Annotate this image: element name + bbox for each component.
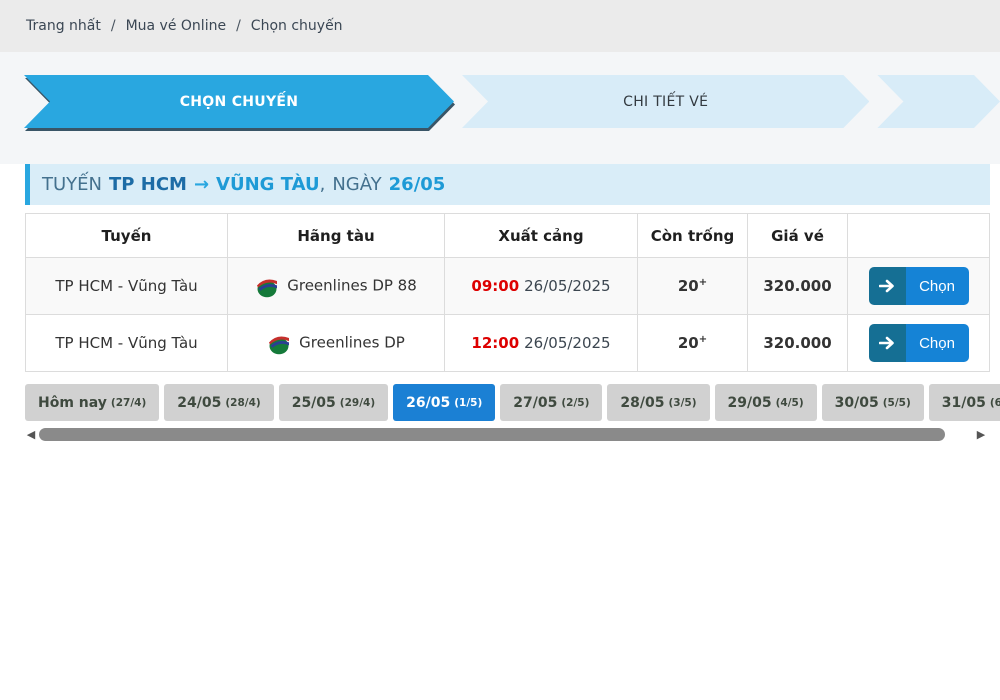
date-tab-24-05[interactable]: 24/05 (28/4) [164, 384, 274, 421]
breadcrumb: Trang nhất / Mua vé Online / Chọn chuyến [0, 0, 1000, 52]
trip-date: 26/05/2025 [524, 277, 611, 295]
col-header-xuat-cang: Xuất cảng [444, 213, 638, 258]
trip-date: 26/05/2025 [524, 334, 611, 352]
date-tab-label: 29/05 [727, 394, 772, 411]
date-tabs: Hôm nay (27/4) 24/05 (28/4) 25/05 (29/4)… [25, 384, 1000, 421]
col-header-hang-tau: Hãng tàu [227, 213, 445, 258]
trip-seats: 20 [677, 334, 699, 352]
col-header-action [847, 213, 990, 258]
chon-button[interactable]: Chọn [868, 324, 969, 362]
date-tab-label: 30/05 [834, 394, 879, 411]
chon-button-label: Chọn [905, 324, 969, 362]
date-tab-25-05[interactable]: 25/05 (29/4) [278, 384, 389, 421]
step-wizard: CHỌN CHUYẾN CHI TIẾT VÉ [24, 75, 1000, 128]
route-destination: VŨNG TÀU [216, 174, 320, 195]
step-chi-tiet-ve[interactable]: CHI TIẾT VÉ [462, 75, 869, 128]
date-tab-29-05[interactable]: 29/05 (4/5) [714, 384, 817, 421]
route-header: TUYẾN TP HCM → VŨNG TÀU , NGÀY 26/05 [25, 164, 990, 205]
steps-band: CHỌN CHUYẾN CHI TIẾT VÉ [0, 52, 1000, 164]
trip-route: TP HCM - Vũng Tàu [25, 314, 228, 372]
date-tab-sub: (1/5) [454, 396, 483, 409]
chon-button-label: Chọn [905, 267, 969, 305]
step-chon-chuyen[interactable]: CHỌN CHUYẾN [24, 75, 454, 128]
date-tab-sub: (3/5) [668, 396, 697, 409]
scroll-right-arrow-icon[interactable]: ▶ [975, 428, 987, 441]
step-next [877, 75, 1000, 128]
trip-seats-cell: 20+ [637, 314, 748, 372]
trip-operator: Greenlines DP 88 [287, 276, 417, 295]
scrollbar-thumb[interactable] [39, 427, 945, 441]
breadcrumb-item-chon-chuyen: Chọn chuyến [250, 18, 343, 34]
trip-route: TP HCM - Vũng Tàu [25, 257, 228, 315]
arrow-right-icon [868, 267, 906, 305]
scrollbar-track[interactable] [37, 427, 975, 441]
date-tab-label: 26/05 [406, 394, 451, 411]
trip-operator-cell: Greenlines DP 88 [227, 257, 445, 315]
route-header-ngay-label: NGÀY [332, 174, 382, 195]
date-tab-label: 24/05 [177, 394, 222, 411]
date-tab-label: Hôm nay [38, 394, 107, 411]
trip-time: 09:00 [471, 277, 520, 295]
chon-button[interactable]: Chọn [868, 267, 969, 305]
date-tab-sub: (6/5) [989, 396, 1000, 409]
col-header-gia-ve: Giá vé [747, 213, 848, 258]
date-tab-label: 27/05 [513, 394, 558, 411]
route-date: 26/05 [388, 174, 446, 195]
date-tab-sub: (28/4) [225, 396, 261, 409]
date-tabs-scrollbar: ◀ ▶ [25, 425, 987, 443]
route-header-comma: , [319, 174, 326, 195]
trip-price: 320.000 [747, 257, 848, 315]
trip-operator-cell: Greenlines DP [227, 314, 445, 372]
date-tab-label: 28/05 [620, 394, 665, 411]
breadcrumb-item-home[interactable]: Trang nhất [26, 18, 101, 34]
trip-operator: Greenlines DP [299, 333, 405, 352]
route-origin: TP HCM [109, 174, 187, 195]
greenlines-logo-icon [269, 336, 290, 355]
breadcrumb-separator: / [236, 18, 241, 34]
trip-seats-plus: + [698, 277, 708, 288]
trip-action-cell: Chọn [847, 257, 990, 315]
date-tab-sub: (5/5) [882, 396, 911, 409]
trip-price: 320.000 [747, 314, 848, 372]
trip-row: TP HCM - Vũng Tàu Greenlines DP 12:00 26/… [25, 314, 990, 372]
table-header-row: Tuyến Hãng tàu Xuất cảng Còn trống Giá v… [25, 213, 990, 258]
trips-table: Tuyến Hãng tàu Xuất cảng Còn trống Giá v… [25, 213, 990, 372]
date-tab-sub: (4/5) [775, 396, 804, 409]
col-header-tuyen: Tuyến [25, 213, 228, 258]
col-header-con-trong: Còn trống [637, 213, 748, 258]
date-tab-hom-nay[interactable]: Hôm nay (27/4) [25, 384, 160, 421]
scroll-left-arrow-icon[interactable]: ◀ [25, 428, 37, 441]
route-arrow-icon: → [193, 174, 210, 195]
step-chon-chuyen-wrap: CHỌN CHUYẾN [24, 75, 454, 128]
date-tab-sub: (29/4) [339, 396, 376, 409]
trip-seats: 20 [677, 277, 699, 295]
greenlines-logo-icon [257, 279, 278, 298]
date-tab-sub: (2/5) [561, 396, 590, 409]
date-tab-label: 25/05 [291, 394, 336, 411]
date-tab-label: 31/05 [941, 394, 986, 411]
trip-departure-cell: 12:00 26/05/2025 [444, 314, 638, 372]
date-tab-28-05[interactable]: 28/05 (3/5) [607, 384, 710, 421]
date-tab-26-05-selected[interactable]: 26/05 (1/5) [393, 384, 496, 421]
date-tab-30-05[interactable]: 30/05 (5/5) [821, 384, 924, 421]
trip-departure-cell: 09:00 26/05/2025 [444, 257, 638, 315]
arrow-right-icon [868, 324, 906, 362]
main-content: TUYẾN TP HCM → VŨNG TÀU , NGÀY 26/05 Tuy… [0, 164, 1000, 443]
date-tab-27-05[interactable]: 27/05 (2/5) [500, 384, 603, 421]
trip-seats-cell: 20+ [637, 257, 748, 315]
trip-seats-plus: + [698, 334, 708, 345]
date-tab-sub: (27/4) [110, 396, 147, 409]
date-tab-31-05[interactable]: 31/05 (6/5) [928, 384, 1000, 421]
breadcrumb-separator: / [110, 18, 116, 34]
route-header-prefix: TUYẾN [42, 174, 103, 195]
trip-action-cell: Chọn [847, 314, 990, 372]
trip-row: TP HCM - Vũng Tàu Greenlines DP 88 09:00… [25, 257, 990, 315]
trip-time: 12:00 [471, 334, 520, 352]
breadcrumb-item-mua-ve-online[interactable]: Mua vé Online [126, 18, 227, 34]
